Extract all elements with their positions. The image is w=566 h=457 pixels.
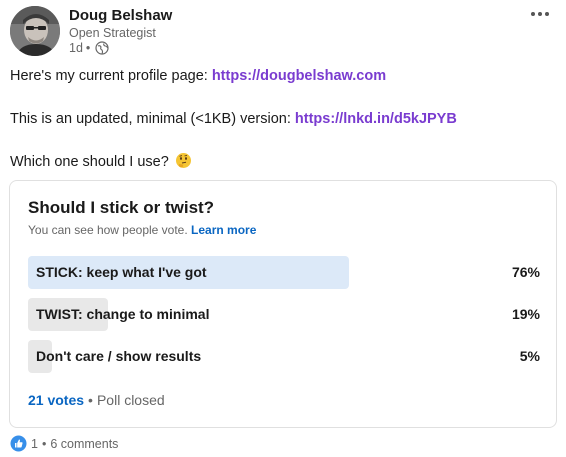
poll-option-percent: 5% <box>519 348 540 364</box>
social-separator: • <box>41 436 47 451</box>
poll-footer-separator: • <box>88 392 93 408</box>
reaction-count[interactable]: 1 <box>31 437 38 451</box>
poll-note: You can see how people vote. Learn more <box>28 223 256 237</box>
poll-option-dont-care[interactable]: Don't care / show results 5% <box>28 340 540 373</box>
profile-link[interactable]: https://dougbelshaw.com <box>212 68 386 84</box>
poll-status: Poll closed <box>96 392 165 408</box>
dot-icon <box>545 12 549 16</box>
poll-option-twist[interactable]: TWIST: change to minimal 19% <box>28 298 540 331</box>
post-line-2-text: This is an updated, minimal (<1KB) versi… <box>10 111 295 127</box>
dot-icon <box>531 12 535 16</box>
social-counts: 1 • 6 comments <box>10 435 118 452</box>
poll-footer: 21 votes • Poll closed <box>28 392 165 408</box>
poll-option-label: TWIST: change to minimal <box>36 306 210 322</box>
avatar[interactable] <box>10 6 60 56</box>
post-line-1-text: Here's my current profile page: <box>10 68 212 84</box>
post-line-2: This is an updated, minimal (<1KB) versi… <box>10 111 457 127</box>
post-time: 1d <box>69 41 83 55</box>
votes-link[interactable]: 21 votes <box>28 392 84 408</box>
author-name[interactable]: Doug Belshaw <box>69 7 172 24</box>
learn-more-link[interactable]: Learn more <box>191 223 256 237</box>
poll-option-percent: 19% <box>511 306 540 322</box>
poll-option-label: Don't care / show results <box>36 348 202 364</box>
poll-question: Should I stick or twist? <box>28 198 215 217</box>
author-headline: Open Strategist <box>69 26 156 40</box>
dot-icon <box>538 12 542 16</box>
minimal-version-link[interactable]: https://lnkd.in/d5kJPYB <box>295 111 457 127</box>
poll-option-label: STICK: keep what I've got <box>36 264 207 280</box>
post-line-3-text: Which one should I use? <box>10 154 169 170</box>
poll-option-stick[interactable]: STICK: keep what I've got 76% <box>28 256 540 289</box>
globe-icon <box>95 41 109 55</box>
like-icon[interactable] <box>10 435 27 452</box>
post-line-3: Which one should I use? <box>10 152 192 170</box>
comments-count[interactable]: 6 comments <box>50 437 118 451</box>
thinking-face-icon <box>175 152 192 169</box>
more-options-button[interactable] <box>526 4 554 24</box>
poll-note-text: You can see how people vote. <box>28 223 188 237</box>
poll-option-percent: 76% <box>511 264 540 280</box>
meta-separator: • <box>85 41 91 55</box>
post-header: Doug Belshaw Open Strategist 1d • <box>10 6 556 60</box>
poll-card: Should I stick or twist? You can see how… <box>9 180 557 428</box>
post-line-1: Here's my current profile page: https://… <box>10 68 386 84</box>
post-meta: 1d • <box>69 41 109 55</box>
